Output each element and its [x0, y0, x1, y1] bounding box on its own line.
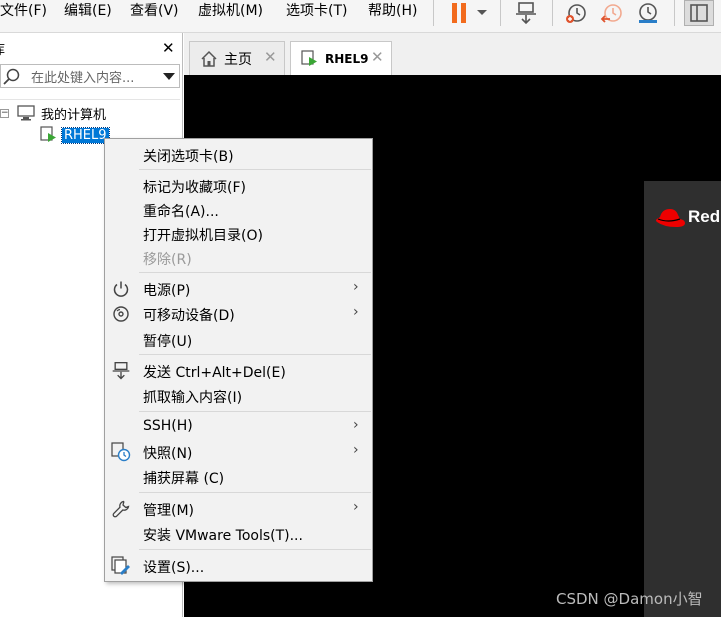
snapshot-manager-icon[interactable] — [634, 0, 662, 26]
menu-item-label: SSH(H) — [143, 418, 193, 434]
watermark-text: CSDN @Damon小智 — [556, 590, 703, 608]
home-icon — [200, 50, 218, 68]
toolbar-separator — [674, 0, 675, 26]
chevron-right-icon: › — [353, 417, 359, 433]
computer-icon — [17, 105, 35, 121]
menu-item-snapshot[interactable]: 快照(N) › — [105, 440, 372, 464]
menu-item-settings[interactable]: 设置(S)... — [105, 554, 372, 578]
menu-separator — [139, 272, 371, 273]
menu-item-mark-favorite[interactable]: 标记为收藏项(F) — [105, 174, 372, 198]
menu-item-label: 快照(N) — [143, 446, 193, 462]
menu-item-power[interactable]: 电源(P) › — [105, 277, 372, 301]
vm-running-icon — [301, 49, 319, 68]
chevron-right-icon: › — [353, 499, 359, 515]
menu-item-label: 抓取输入内容(I) — [143, 390, 243, 406]
menu-item-label: 暂停(U) — [143, 334, 193, 350]
close-icon[interactable]: ✕ — [264, 48, 277, 66]
menu-item-label: 标记为收藏项(F) — [143, 180, 246, 196]
close-icon[interactable]: ✕ — [371, 48, 384, 66]
snapshot-take-icon[interactable] — [562, 0, 590, 26]
menu-separator — [139, 549, 371, 550]
menu-separator — [139, 169, 371, 170]
disc-icon — [111, 304, 131, 324]
send-keys-icon[interactable] — [512, 0, 540, 26]
tab-bar: 主页 ✕ RHEL9 ✕ — [184, 33, 721, 75]
pause-icon[interactable] — [446, 0, 472, 26]
installer-panel: Red — [644, 181, 721, 617]
menu-item-label: 电源(P) — [143, 283, 191, 299]
tab-rhel9[interactable]: RHEL9 ✕ — [290, 41, 392, 75]
menu-item-install-vmware-tools[interactable]: 安装 VMware Tools(T)... — [105, 522, 372, 546]
library-view-icon[interactable] — [684, 0, 714, 26]
menu-item-removable-devices[interactable]: 可移动设备(D) › — [105, 302, 372, 326]
wrench-icon — [111, 499, 131, 519]
menu-item-label: 设置(S)... — [143, 560, 205, 576]
menu-item-label: 重命名(A)... — [143, 204, 219, 220]
menu-item-remove: 移除(R) — [105, 246, 372, 270]
toolbar-separator — [433, 0, 434, 26]
search-icon — [3, 68, 21, 90]
menu-vm[interactable]: 虚拟机(M) — [198, 0, 263, 22]
tree-item-my-computer[interactable]: − 我的计算机 — [0, 103, 106, 123]
menu-item-label: 安装 VMware Tools(T)... — [143, 528, 303, 544]
chevron-right-icon: › — [353, 442, 359, 458]
redhat-logo-icon — [654, 207, 686, 233]
toolbar-separator — [552, 0, 553, 26]
library-header: 库 ✕ — [0, 39, 183, 59]
menu-item-manage[interactable]: 管理(M) › — [105, 497, 372, 521]
menu-item-rename[interactable]: 重命名(A)... — [105, 198, 372, 222]
menu-item-open-vm-directory[interactable]: 打开虚拟机目录(O) — [105, 222, 372, 246]
chevron-right-icon: › — [353, 304, 359, 320]
close-icon[interactable]: ✕ — [162, 39, 175, 57]
dropdown-arrow-icon[interactable] — [474, 0, 490, 26]
power-icon — [111, 279, 131, 299]
menu-file[interactable]: 文件(F) — [0, 0, 47, 22]
vm-running-icon — [40, 126, 58, 144]
menu-item-label: 发送 Ctrl+Alt+Del(E) — [143, 365, 286, 381]
menu-item-label: 移除(R) — [143, 252, 192, 268]
tab-home[interactable]: 主页 ✕ — [189, 41, 285, 75]
context-menu: 关闭选项卡(B) 标记为收藏项(F) 重命名(A)... 打开虚拟机目录(O) … — [104, 138, 373, 582]
menu-item-ssh[interactable]: SSH(H) › — [105, 415, 372, 439]
send-keys-icon — [111, 361, 131, 381]
menu-view[interactable]: 查看(V) — [130, 0, 179, 22]
menu-tabs[interactable]: 选项卡(T) — [286, 0, 347, 22]
menu-separator — [139, 492, 371, 493]
menu-help[interactable]: 帮助(H) — [368, 0, 417, 22]
toolbar-separator — [500, 0, 501, 26]
tab-label-rhel9: RHEL9 — [325, 51, 369, 66]
settings-icon — [111, 556, 131, 576]
redhat-brand-text: Red — [688, 207, 721, 226]
chevron-right-icon: › — [353, 279, 359, 295]
menu-item-send-ctrl-alt-del[interactable]: 发送 Ctrl+Alt+Del(E) — [105, 359, 372, 383]
tab-label-home: 主页 — [224, 51, 252, 68]
menu-item-pause[interactable]: 暂停(U) — [105, 328, 372, 352]
collapse-icon[interactable]: − — [0, 108, 9, 118]
menu-bar: 文件(F) 编辑(E) 查看(V) 虚拟机(M) 选项卡(T) 帮助(H) — [0, 0, 721, 33]
menu-item-label: 关闭选项卡(B) — [143, 149, 234, 165]
search-placeholder: 在此处键入内容... — [31, 71, 135, 86]
menu-item-capture-screen[interactable]: 捕获屏幕 (C) — [105, 465, 372, 489]
library-search-input[interactable]: 在此处键入内容... — [0, 64, 180, 88]
menu-separator — [139, 354, 371, 355]
menu-item-close-tab[interactable]: 关闭选项卡(B) — [105, 143, 372, 167]
snapshot-icon — [111, 442, 131, 462]
snapshot-revert-icon[interactable] — [598, 0, 626, 26]
menu-item-label: 管理(M) — [143, 503, 195, 519]
menu-item-label: 捕获屏幕 (C) — [143, 471, 225, 487]
tree-label-my-computer: 我的计算机 — [41, 107, 107, 123]
menu-edit[interactable]: 编辑(E) — [64, 0, 112, 22]
menu-item-label: 打开虚拟机目录(O) — [143, 228, 263, 244]
tree-label-rhel9: RHEL9 — [61, 126, 110, 144]
library-title: 库 — [0, 39, 5, 58]
tree-item-rhel9[interactable]: RHEL9 — [40, 125, 110, 145]
menu-item-grab-input[interactable]: 抓取输入内容(I) — [105, 384, 372, 408]
menu-item-label: 可移动设备(D) — [143, 308, 235, 324]
chevron-down-icon[interactable] — [163, 73, 175, 80]
menu-separator — [139, 411, 371, 412]
